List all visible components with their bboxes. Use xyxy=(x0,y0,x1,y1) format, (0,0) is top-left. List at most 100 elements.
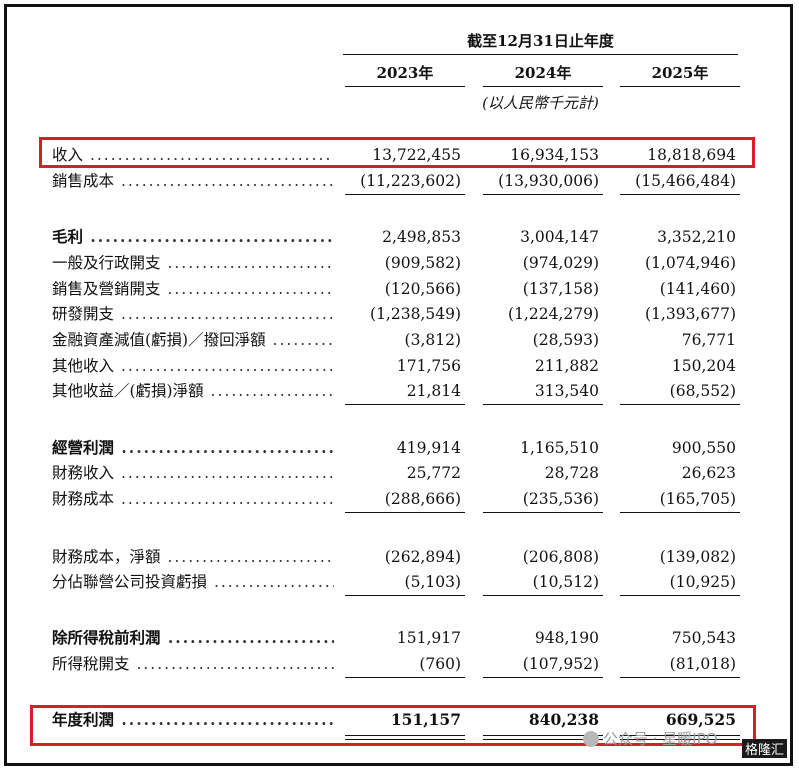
unit-note: (以人民幣千元計) xyxy=(482,94,599,112)
value-cell: (139,082) xyxy=(659,548,736,566)
year-underline xyxy=(620,86,740,87)
row-label-text: 金融資產減值(虧損)／撥回淨額 xyxy=(52,331,266,349)
row-label: 財務收入 ...................................… xyxy=(52,461,334,485)
table-row: 所得稅開支 ..................................… xyxy=(0,652,799,676)
value-cell: (206,808) xyxy=(522,548,599,566)
value-cell: 1,165,510 xyxy=(520,439,599,457)
leader-dots: ........................................ xyxy=(167,548,334,566)
value-cell: (81,018) xyxy=(669,655,736,673)
value-cell: (288,666) xyxy=(384,490,461,508)
value-cell: (909,582) xyxy=(384,254,461,272)
subtotal-underline xyxy=(345,595,465,596)
row-label: 研發開支 ...................................… xyxy=(52,302,334,326)
table-row: 銷售成本 ...................................… xyxy=(0,169,799,193)
year-underline xyxy=(483,86,603,87)
subtotal-underline xyxy=(620,677,740,678)
subtotal-underline xyxy=(620,595,740,596)
value-cell: (10,512) xyxy=(532,573,599,591)
value-cell: (760) xyxy=(419,655,461,673)
value-cell: 171,756 xyxy=(396,357,461,375)
row-label-text: 除所得稅前利潤 xyxy=(52,628,161,647)
subtotal-underline xyxy=(483,512,603,513)
table-row: 銷售及營銷開支 ................................… xyxy=(0,277,799,301)
value-cell: 313,540 xyxy=(534,382,599,400)
value-cell: (235,536) xyxy=(522,490,599,508)
table-row: 財務成本 ...................................… xyxy=(0,487,799,511)
value-cell: (1,224,279) xyxy=(508,305,599,323)
value-cell: (120,566) xyxy=(384,280,461,298)
value-cell: 211,882 xyxy=(534,357,599,375)
row-label: 經營利潤 ...................................… xyxy=(52,436,334,460)
subtotal-underline xyxy=(345,512,465,513)
year-2023-header: 2023年 xyxy=(376,64,434,82)
row-label: 所得稅開支 ..................................… xyxy=(52,652,334,676)
revenue-highlight-box xyxy=(39,137,755,168)
row-label: 財務成本，淨額 ................................… xyxy=(52,545,334,569)
row-label-text: 所得稅開支 xyxy=(52,655,130,673)
leader-dots: ........................................ xyxy=(121,438,334,457)
row-label: 銷售成本 ...................................… xyxy=(52,169,334,193)
row-label: 其他收益／(虧損)淨額 ............................… xyxy=(52,379,334,403)
subtotal-underline xyxy=(483,194,603,195)
value-cell: 419,914 xyxy=(396,439,461,457)
table-row: 金融資產減值(虧損)／撥回淨額 ........................… xyxy=(0,328,799,352)
row-label-text: 其他收入 xyxy=(52,357,115,375)
row-label: 分佔聯營公司投資虧損 .............................… xyxy=(52,570,334,594)
year-2024-header: 2024年 xyxy=(514,64,572,82)
subtotal-underline xyxy=(345,194,465,195)
value-cell: (10,925) xyxy=(669,573,736,591)
row-label-text: 一般及行政開支 xyxy=(52,254,161,272)
value-cell: (13,930,006) xyxy=(498,172,599,190)
value-cell: (1,074,946) xyxy=(645,254,736,272)
value-cell: (11,223,602) xyxy=(360,172,461,190)
wechat-icon xyxy=(583,731,599,747)
table-row: 一般及行政開支 ................................… xyxy=(0,251,799,275)
value-cell: 26,623 xyxy=(681,464,736,482)
row-label: 銷售及營銷開支 ................................… xyxy=(52,277,334,301)
table-row: 除所得稅前利潤 ................................… xyxy=(0,626,799,650)
leader-dots: ........................................ xyxy=(120,357,334,375)
value-cell: 2,498,853 xyxy=(382,228,461,246)
row-label: 財務成本 ...................................… xyxy=(52,487,334,511)
row-label-text: 其他收益／(虧損)淨額 xyxy=(52,382,204,400)
table-row: 財務收入 ...................................… xyxy=(0,461,799,485)
row-label-text: 毛利 xyxy=(52,227,84,246)
leader-dots: ........................................ xyxy=(213,573,334,591)
value-cell: 151,917 xyxy=(396,629,461,647)
watermark-text: 公众号 · 星暖IPO xyxy=(603,730,718,748)
value-cell: (3,812) xyxy=(404,331,461,349)
subtotal-underline xyxy=(620,404,740,405)
year-underline xyxy=(345,86,465,87)
table-row: 經營利潤 ...................................… xyxy=(0,436,799,460)
row-label: 金融資產減值(虧損)／撥回淨額 ........................… xyxy=(52,328,334,352)
table-row: 其他收入 ...................................… xyxy=(0,354,799,378)
row-label-text: 財務成本，淨額 xyxy=(52,548,161,566)
value-cell: (15,466,484) xyxy=(635,172,736,190)
year-2025-header: 2025年 xyxy=(651,64,709,82)
watermark: 公众号 · 星暖IPO xyxy=(583,728,718,749)
value-cell: (28,593) xyxy=(532,331,599,349)
leader-dots: ........................................ xyxy=(120,490,334,508)
value-cell: 3,352,210 xyxy=(657,228,736,246)
row-label-text: 財務收入 xyxy=(52,464,115,482)
leader-dots: ........................................ xyxy=(210,382,334,400)
value-cell: 150,204 xyxy=(671,357,736,375)
value-cell: (1,238,549) xyxy=(370,305,461,323)
value-cell: (107,952) xyxy=(522,655,599,673)
value-cell: (974,029) xyxy=(522,254,599,272)
value-cell: (165,705) xyxy=(659,490,736,508)
value-cell: 948,190 xyxy=(534,629,599,647)
value-cell: 25,772 xyxy=(406,464,461,482)
period-underline xyxy=(343,54,738,55)
leader-dots: ........................................ xyxy=(136,655,334,673)
subtotal-underline xyxy=(483,595,603,596)
leader-dots: ........................................ xyxy=(167,254,334,272)
corner-logo: 格隆汇 xyxy=(742,739,788,758)
value-cell: 3,004,147 xyxy=(520,228,599,246)
subtotal-underline xyxy=(620,512,740,513)
table-row: 毛利 .....................................… xyxy=(0,225,799,249)
value-cell: (141,460) xyxy=(659,280,736,298)
leader-dots: ........................................ xyxy=(120,172,334,190)
subtotal-underline xyxy=(345,404,465,405)
row-label-text: 銷售及營銷開支 xyxy=(52,280,161,298)
